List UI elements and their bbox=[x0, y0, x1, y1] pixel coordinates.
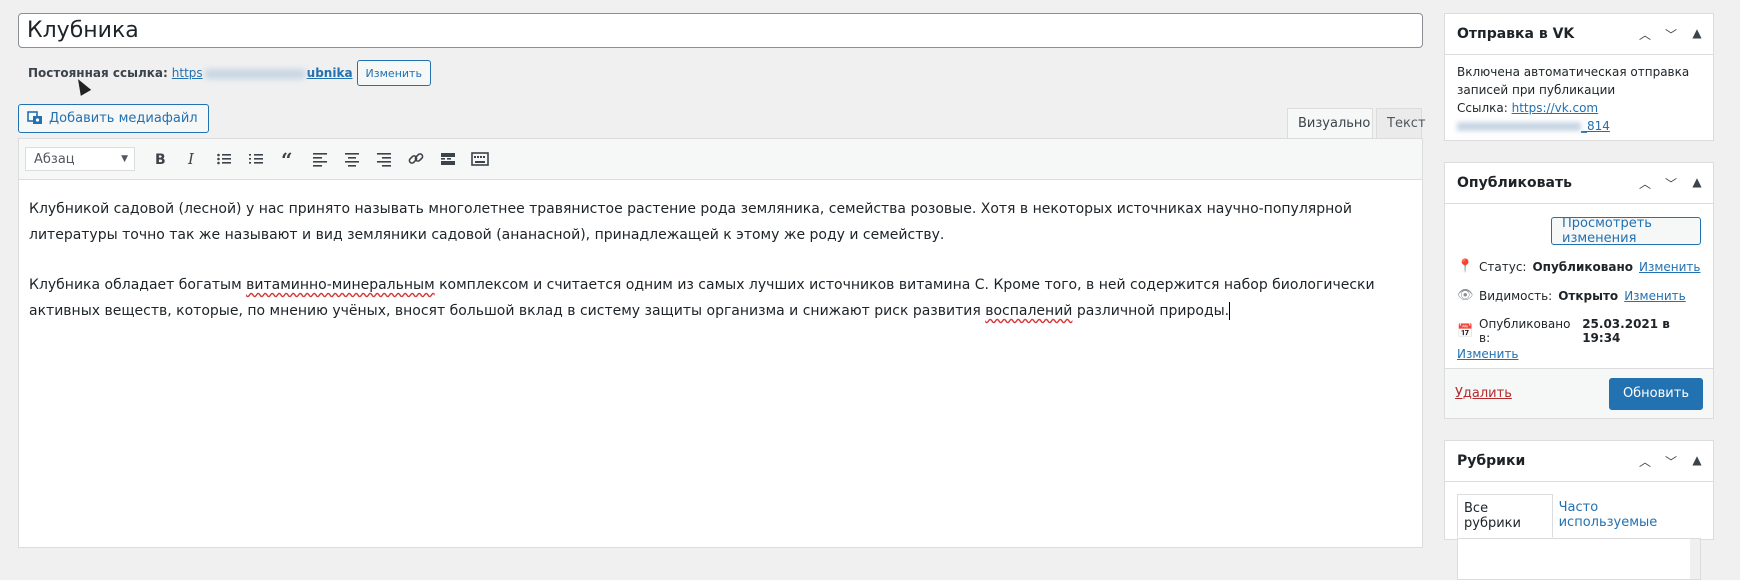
categories-box: Рубрики ︿ ﹀ ▲ Все рубрики Часто использу… bbox=[1444, 440, 1714, 580]
bullet-list-icon[interactable] bbox=[209, 144, 239, 174]
published-label: Опубликовано в: bbox=[1479, 317, 1571, 345]
permalink-label: Постоянная ссылка: bbox=[28, 66, 168, 80]
italic-icon[interactable]: I bbox=[177, 144, 207, 174]
format-select-value: Абзац bbox=[34, 151, 75, 167]
media-icon bbox=[27, 109, 43, 129]
editor-toolbar: Абзац ▼ B I “ bbox=[19, 139, 1422, 180]
published-value: 25.03.2021 в 19:34 bbox=[1582, 317, 1670, 345]
triangle-up-icon[interactable]: ▲ bbox=[1689, 453, 1705, 470]
chevron-up-icon[interactable]: ︿ bbox=[1637, 453, 1653, 470]
categories-scrollbar[interactable] bbox=[1690, 539, 1700, 579]
publish-box-title: Опубликовать bbox=[1457, 175, 1572, 191]
vk-link-rest[interactable]: _814 bbox=[1457, 119, 1610, 133]
vk-link-label: Ссылка: bbox=[1457, 101, 1508, 115]
visibility-value: Открыто bbox=[1558, 288, 1619, 303]
paragraph-2: Клубника обладает богатым витаминно-мине… bbox=[29, 277, 1375, 320]
calendar-icon: 📅 bbox=[1457, 323, 1474, 339]
chevron-down-icon[interactable]: ﹀ bbox=[1663, 26, 1679, 43]
categories-tabs: Все рубрики Часто используемые bbox=[1457, 494, 1701, 538]
bold-icon[interactable]: B bbox=[145, 144, 175, 174]
categories-box-header: Рубрики ︿ ﹀ ▲ bbox=[1445, 441, 1713, 482]
tab-text[interactable]: Текст bbox=[1376, 108, 1426, 138]
categories-list[interactable] bbox=[1457, 538, 1701, 580]
preview-changes-button[interactable]: Просмотреть изменения bbox=[1551, 216, 1701, 246]
eye-icon: 👁 bbox=[1457, 288, 1474, 303]
visibility-label: Видимость: bbox=[1479, 288, 1553, 303]
update-button[interactable]: Обновить bbox=[1608, 377, 1703, 410]
numbered-list-icon[interactable] bbox=[241, 144, 271, 174]
delete-link[interactable]: Удалить bbox=[1455, 386, 1512, 401]
svg-text:I: I bbox=[187, 151, 195, 167]
status-value: Опубликовано bbox=[1532, 259, 1633, 274]
vk-box-title: Отправка в VK bbox=[1457, 26, 1575, 42]
link-icon[interactable] bbox=[401, 144, 431, 174]
keyboard-icon[interactable] bbox=[465, 144, 495, 174]
chevron-down-icon: ▼ bbox=[121, 154, 128, 164]
read-more-icon[interactable] bbox=[433, 144, 463, 174]
chevron-down-icon[interactable]: ﹀ bbox=[1663, 453, 1679, 470]
triangle-up-icon[interactable]: ▲ bbox=[1689, 175, 1705, 192]
paragraph-1: Клубникой садовой (лесной) у нас принято… bbox=[29, 201, 1352, 243]
tab-visual[interactable]: Визуально bbox=[1287, 108, 1373, 138]
tab-popular-categories[interactable]: Часто используемые bbox=[1553, 494, 1701, 538]
vk-info-line2: записей при публикации bbox=[1457, 83, 1616, 97]
format-select[interactable]: Абзац ▼ bbox=[25, 147, 135, 171]
chevron-up-icon[interactable]: ︿ bbox=[1637, 26, 1653, 43]
tab-all-categories[interactable]: Все рубрики bbox=[1457, 494, 1553, 538]
align-right-icon[interactable] bbox=[369, 144, 399, 174]
edit-status-link[interactable]: Изменить bbox=[1639, 260, 1701, 274]
vk-info-line1: Включена автоматическая отправка bbox=[1457, 65, 1690, 79]
publish-box: Опубликовать ︿ ﹀ ▲ Просмотреть изменения… bbox=[1444, 162, 1714, 419]
spellcheck-mark: витаминно-минеральным bbox=[246, 277, 435, 293]
publish-box-header: Опубликовать ︿ ﹀ ▲ bbox=[1445, 163, 1713, 204]
edit-slug-button[interactable]: Изменить bbox=[356, 60, 431, 86]
edit-date-link[interactable]: Изменить bbox=[1457, 347, 1519, 361]
vk-box-body: Включена автоматическая отправка записей… bbox=[1445, 55, 1713, 143]
editor: Абзац ▼ B I “ Клубникой садовой (лесной)… bbox=[18, 138, 1423, 548]
publish-actions: Удалить Обновить bbox=[1445, 368, 1713, 418]
align-center-icon[interactable] bbox=[337, 144, 367, 174]
quote-icon[interactable]: “ bbox=[273, 144, 303, 174]
categories-box-title: Рубрики bbox=[1457, 453, 1526, 469]
editor-content[interactable]: Клубникой садовой (лесной) у нас принято… bbox=[19, 180, 1422, 364]
spellcheck-mark: воспалений bbox=[985, 303, 1073, 319]
permalink-link[interactable]: https ubnika bbox=[172, 66, 353, 80]
chevron-up-icon[interactable]: ︿ bbox=[1637, 175, 1653, 192]
publish-box-body: Просмотреть изменения 📍 Статус: Опублико… bbox=[1445, 204, 1713, 373]
chevron-down-icon[interactable]: ﹀ bbox=[1663, 175, 1679, 192]
add-media-label: Добавить медиафайл bbox=[49, 111, 198, 126]
permalink-row: Постоянная ссылка: https ubnika Изменить bbox=[28, 60, 431, 86]
vk-link[interactable]: https://vk.com bbox=[1512, 101, 1599, 115]
align-left-icon[interactable] bbox=[305, 144, 335, 174]
vk-box-header: Отправка в VK ︿ ﹀ ▲ bbox=[1445, 14, 1713, 55]
edit-visibility-link[interactable]: Изменить bbox=[1624, 289, 1686, 303]
text-caret bbox=[1229, 302, 1231, 320]
vk-box: Отправка в VK ︿ ﹀ ▲ Включена автоматичес… bbox=[1444, 13, 1714, 141]
svg-text:“: “ bbox=[281, 151, 293, 167]
pin-icon: 📍 bbox=[1457, 259, 1474, 274]
triangle-up-icon[interactable]: ▲ bbox=[1689, 26, 1705, 43]
add-media-button[interactable]: Добавить медиафайл bbox=[18, 104, 209, 133]
status-label: Статус: bbox=[1479, 259, 1527, 274]
post-title-input[interactable]: Клубника bbox=[18, 13, 1423, 48]
svg-text:B: B bbox=[155, 152, 166, 167]
